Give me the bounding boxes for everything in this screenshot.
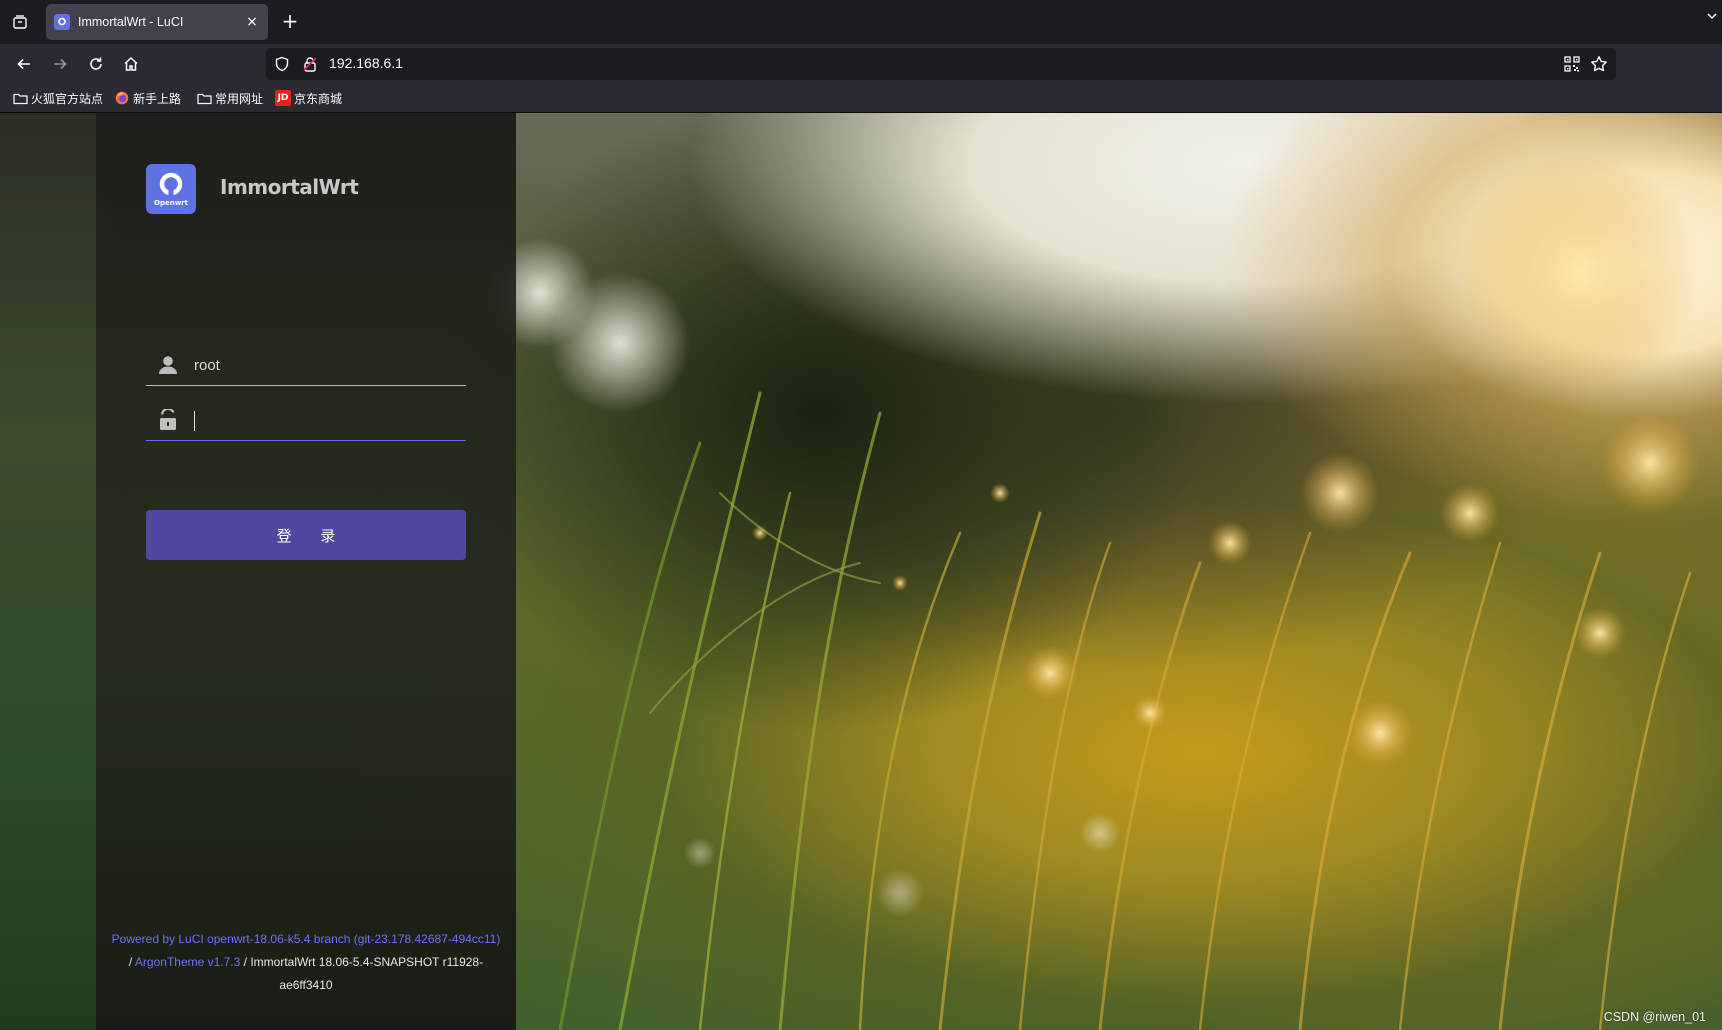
bookmark-item[interactable]: 常用网址 — [196, 89, 263, 107]
argon-theme-link[interactable]: ArgonTheme v1.7.3 — [135, 955, 240, 969]
tab-title: ImmortalWrt - LuCI — [78, 15, 184, 29]
insecure-lock-icon[interactable] — [302, 56, 318, 72]
footer-version-tail: ae6ff3410 — [279, 978, 333, 992]
username-input[interactable] — [194, 352, 454, 378]
bookmark-label: 常用网址 — [215, 91, 264, 106]
password-field[interactable] — [146, 401, 466, 441]
new-tab-button[interactable]: + — [278, 10, 302, 34]
tracking-shield-icon[interactable] — [274, 56, 290, 72]
bookmark-item[interactable]: 新手上路 — [114, 89, 181, 107]
bookmark-label: 火狐官方站点 — [31, 91, 104, 106]
brand-name: ImmortalWrt — [220, 175, 359, 199]
username-field[interactable] — [146, 346, 466, 386]
text-caret — [194, 411, 195, 431]
footer-separator: / — [128, 955, 133, 969]
tab-close-icon[interactable]: × — [244, 14, 260, 30]
qr-code-icon[interactable] — [1564, 56, 1580, 72]
password-input[interactable] — [194, 407, 454, 433]
unlock-icon — [157, 407, 179, 431]
login-panel: Openwrt ImmortalWrt 登 录 Powered by LuCI … — [96, 113, 516, 1030]
footer-version: / ImmortalWrt 18.06-5.4-SNAPSHOT r11928- — [243, 955, 484, 969]
chevron-down-icon[interactable] — [1706, 10, 1718, 25]
bookmark-label: 新手上路 — [133, 91, 182, 106]
folder-icon — [12, 90, 28, 106]
back-arrow-icon[interactable] — [12, 52, 36, 76]
firefox-icon — [114, 90, 130, 106]
background-left-strip — [0, 113, 96, 1030]
reload-icon[interactable] — [84, 52, 108, 76]
bookmark-item[interactable]: 火狐官方站点 — [12, 89, 103, 107]
openwrt-favicon-icon — [54, 14, 70, 30]
tab-list-icon[interactable] — [8, 10, 32, 34]
url-text[interactable]: 192.168.6.1 — [329, 55, 403, 71]
folder-icon — [196, 90, 212, 106]
footer: Powered by LuCI openwrt-18.06-k5.4 branc… — [96, 928, 516, 997]
browser-nav-bar: 192.168.6.1 — [0, 44, 1722, 84]
home-icon[interactable] — [119, 52, 143, 76]
bookmark-item[interactable]: JD 京东商城 — [275, 89, 342, 107]
csdn-watermark: CSDN @riwen_01 — [1603, 1010, 1706, 1024]
bookmark-star-icon[interactable] — [1590, 55, 1608, 73]
luci-login-page: Openwrt ImmortalWrt 登 录 Powered by LuCI … — [0, 113, 1722, 1030]
browser-tab-active[interactable]: ImmortalWrt - LuCI × — [46, 4, 268, 40]
luci-powered-by-link[interactable]: Powered by LuCI openwrt-18.06-k5.4 branc… — [112, 932, 501, 946]
forward-arrow-icon[interactable] — [48, 52, 72, 76]
user-icon — [157, 354, 179, 376]
jd-icon: JD — [275, 90, 291, 106]
logo-text: Openwrt — [154, 198, 188, 207]
address-bar[interactable]: 192.168.6.1 — [266, 48, 1616, 80]
bookmark-label: 京东商城 — [294, 91, 343, 106]
browser-tab-bar: ImmortalWrt - LuCI × + — [0, 0, 1722, 44]
bookmarks-toolbar: 火狐官方站点 新手上路 常用网址 JD 京东商城 — [0, 84, 1722, 113]
openwrt-logo-icon: Openwrt — [146, 164, 196, 214]
login-button[interactable]: 登 录 — [146, 510, 466, 560]
